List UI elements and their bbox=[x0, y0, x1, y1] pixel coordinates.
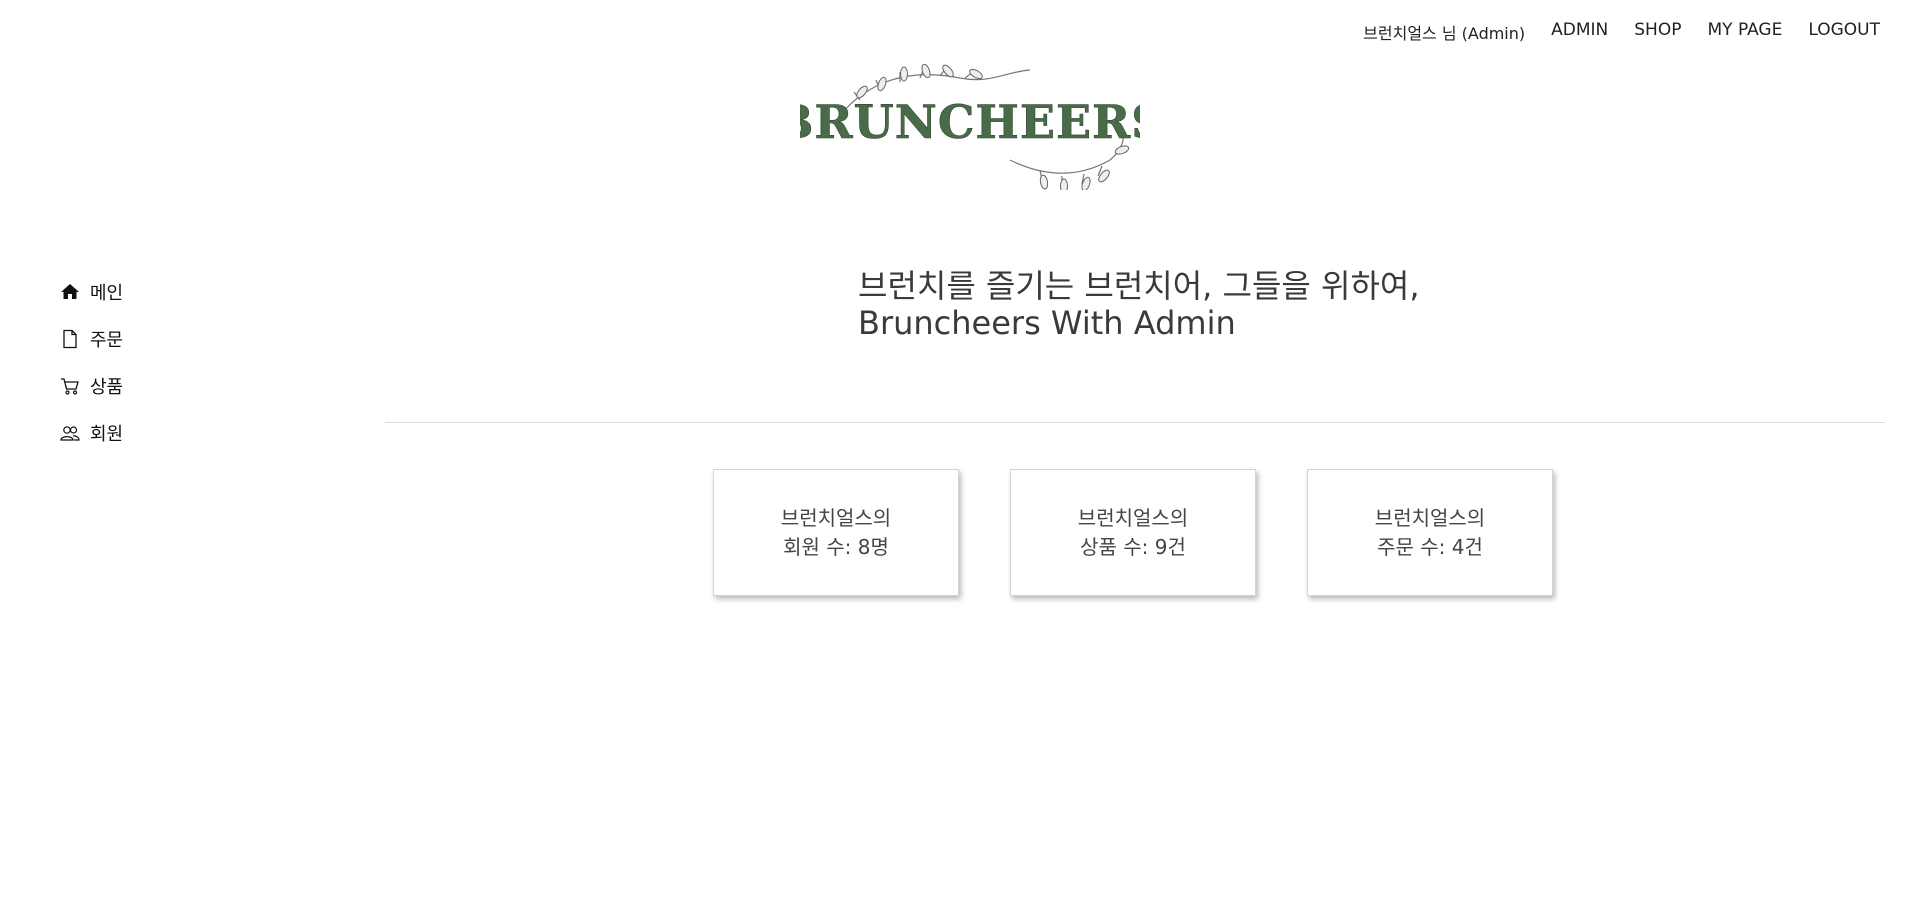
order-count-card: 브런치얼스의 주문 수: 4건 bbox=[1307, 469, 1553, 596]
home-icon bbox=[60, 282, 80, 302]
card-title: 브런치얼스의 bbox=[780, 505, 892, 530]
sidebar-item-products[interactable]: 상품 bbox=[60, 372, 123, 399]
logo-text: BRUNCHEERS bbox=[800, 95, 1140, 149]
sidebar-item-label: 회원 bbox=[90, 423, 124, 445]
stats-cards: 브런치얼스의 회원 수: 8명 브런치얼스의 상품 수: 9건 브런치얼스의 주… bbox=[713, 469, 1553, 596]
card-value: 주문 수: 4건 bbox=[1377, 534, 1483, 559]
logout-link[interactable]: LOGOUT bbox=[1808, 20, 1880, 44]
product-count-card: 브런치얼스의 상품 수: 9건 bbox=[1010, 469, 1256, 596]
card-title: 브런치얼스의 bbox=[1077, 505, 1189, 530]
section-divider bbox=[385, 422, 1885, 423]
admin-link[interactable]: ADMIN bbox=[1551, 20, 1608, 44]
my-page-link[interactable]: MY PAGE bbox=[1707, 20, 1782, 44]
sidebar-item-label: 상품 bbox=[90, 376, 124, 398]
member-count-card: 브런치얼스의 회원 수: 8명 bbox=[713, 469, 959, 596]
page-headline: 브런치를 즐기는 브런치어, 그들을 위하여, Bruncheers With … bbox=[858, 268, 1420, 342]
headline-line-1: 브런치를 즐기는 브런치어, 그들을 위하여, bbox=[858, 267, 1420, 305]
card-title: 브런치얼스의 bbox=[1374, 505, 1486, 530]
document-icon bbox=[60, 329, 80, 349]
sidebar-item-orders[interactable]: 주문 bbox=[60, 325, 123, 352]
card-value: 회원 수: 8명 bbox=[783, 534, 889, 559]
shop-link[interactable]: SHOP bbox=[1634, 20, 1681, 44]
user-greeting-link[interactable]: 브런치얼스 님 (Admin) bbox=[1363, 20, 1525, 44]
card-value: 상품 수: 9건 bbox=[1080, 534, 1186, 559]
users-icon bbox=[60, 423, 80, 443]
sidebar: 메인 주문 상품 회원 bbox=[60, 278, 123, 446]
sidebar-item-label: 메인 bbox=[90, 282, 124, 304]
brand-logo[interactable]: BRUNCHEERS bbox=[800, 60, 1140, 190]
sidebar-item-main[interactable]: 메인 bbox=[60, 278, 123, 305]
headline-line-2: Bruncheers With Admin bbox=[858, 304, 1236, 342]
sidebar-item-members[interactable]: 회원 bbox=[60, 419, 123, 446]
cart-icon bbox=[60, 376, 80, 396]
sidebar-item-label: 주문 bbox=[90, 329, 124, 351]
top-navigation: 브런치얼스 님 (Admin) ADMIN SHOP MY PAGE LOGOU… bbox=[1363, 20, 1880, 44]
